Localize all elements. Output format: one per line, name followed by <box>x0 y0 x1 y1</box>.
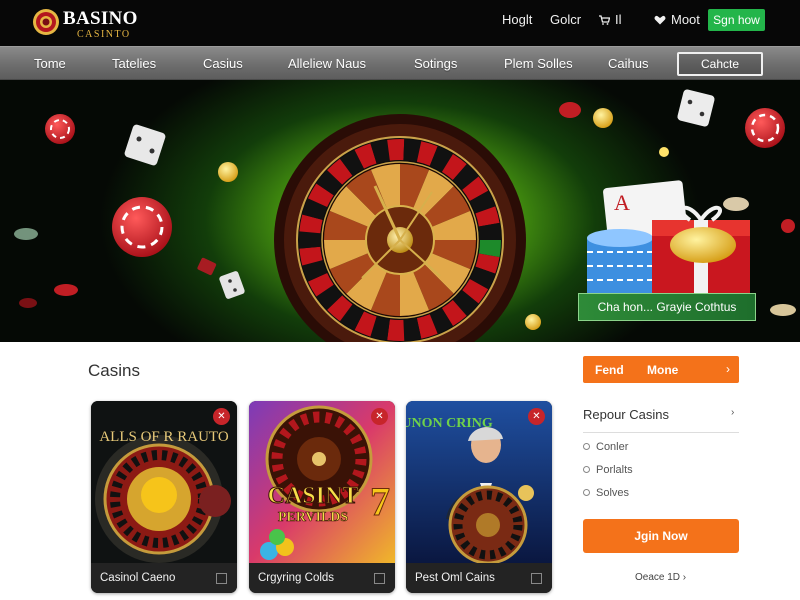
hero-banner[interactable]: A Cha hon... Grayie Cothtus <box>0 80 800 342</box>
cart-icon <box>599 15 610 25</box>
sidebar-item[interactable]: Conler <box>583 441 628 453</box>
gift-box-icon <box>652 206 750 306</box>
svg-text:A: A <box>614 190 630 215</box>
card-2-art-number: 7 <box>370 479 390 524</box>
main-nav: Tome Tatelies Casius Alleliew Naus Sotin… <box>0 46 800 80</box>
nav-item-4[interactable]: Alleliew Naus <box>288 56 366 71</box>
close-badge-icon[interactable]: ✕ <box>528 408 545 425</box>
header-link-4[interactable]: Moot <box>654 12 700 27</box>
casino-card[interactable]: ALLS OF R RAUTO ✕ Casinol Caeno <box>91 401 237 593</box>
nav-cta-button[interactable]: Cahcte <box>677 52 763 76</box>
sidebar-item-label: Porlalts <box>596 464 633 476</box>
card-caption: Crgyring Colds <box>258 572 335 584</box>
card-2-art-subtitle: PERVILDS <box>278 510 349 525</box>
card-2-art-title: CASINT <box>268 483 359 509</box>
signup-button[interactable]: Sgn how <box>708 9 765 31</box>
nav-item-2[interactable]: Tatelies <box>112 56 156 71</box>
casino-logo[interactable]: BASINO CASINTO <box>32 6 142 40</box>
bullet-icon <box>583 466 590 473</box>
gold-coin-icon <box>218 162 238 182</box>
card-caption: Casinol Caeno <box>100 572 176 584</box>
header-link-1[interactable]: Hoglt <box>502 12 532 27</box>
bullet-icon <box>583 443 590 450</box>
card-1-art: ALLS OF R RAUTO <box>91 401 237 563</box>
find-more-right-label: Mone <box>647 363 679 377</box>
header-link-4-label: Moot <box>671 12 700 27</box>
nav-item-6[interactable]: Plem Solles <box>504 56 573 71</box>
red-chip-icon <box>745 108 785 148</box>
sidebar-item[interactable]: Porlalts <box>583 464 633 476</box>
card-3-art: AUNON CRING <box>406 401 552 563</box>
gold-coin-icon <box>593 108 613 128</box>
top-header: BASINO CASINTO Hoglt Golcr Il Moot Sgn h… <box>0 0 800 46</box>
expand-icon[interactable] <box>216 573 227 584</box>
brand-subtitle: CASINTO <box>77 29 131 40</box>
bullet-icon <box>583 489 590 496</box>
logo-emblem-icon <box>33 9 59 35</box>
chip-icon <box>19 298 37 308</box>
divider <box>583 432 739 433</box>
nav-item-3[interactable]: Casius <box>203 56 243 71</box>
chip-icon <box>723 197 749 211</box>
card-caption: Pest Oml Cains <box>415 572 495 584</box>
casino-card[interactable]: CASINT PERVILDS 7 ✕ Crgyring Colds <box>249 401 395 593</box>
gold-coin-icon <box>525 314 541 330</box>
nav-item-5[interactable]: Sotings <box>414 56 457 71</box>
red-chip-icon <box>559 102 581 118</box>
chevron-right-icon[interactable]: › <box>731 407 734 418</box>
chip-stack-icon <box>587 229 653 294</box>
card-caption-bar: Casinol Caeno <box>91 563 237 593</box>
find-more-left-label: Fend <box>595 363 624 377</box>
sidebar-heading: Repour Casins <box>583 407 669 422</box>
chevron-right-icon: › <box>726 362 730 376</box>
card-caption-bar: Pest Oml Cains <box>406 563 552 593</box>
join-now-button[interactable]: Jgin Now <box>583 519 739 553</box>
casino-page: BASINO CASINTO Hoglt Golcr Il Moot Sgn h… <box>0 0 800 600</box>
roulette-wheel-icon <box>274 114 526 342</box>
hero-promo-banner[interactable]: Cha hon... Grayie Cothtus <box>578 293 756 321</box>
card-2-art: CASINT PERVILDS 7 <box>249 401 395 563</box>
chip-icon <box>770 304 796 316</box>
dice-icon <box>124 124 166 166</box>
red-chip-icon <box>45 114 75 144</box>
find-more-button[interactable]: Fend Mone › <box>583 356 739 383</box>
section-title: Casins <box>88 361 140 380</box>
expand-icon[interactable] <box>531 573 542 584</box>
close-badge-icon[interactable]: ✕ <box>371 408 388 425</box>
sidebar-item-label: Conler <box>596 441 629 453</box>
chip-icon <box>14 228 38 240</box>
brand-name: BASINO <box>63 8 138 29</box>
red-chip-icon <box>112 197 172 257</box>
sparkle-icon <box>659 147 669 157</box>
expand-icon[interactable] <box>374 573 385 584</box>
sidebar-item-label: Solves <box>596 487 630 499</box>
close-badge-icon[interactable]: ✕ <box>213 408 230 425</box>
red-chip-icon <box>781 219 795 233</box>
footer-note[interactable]: Oeace 1D › <box>635 572 686 583</box>
card-icon <box>197 257 217 276</box>
heart-icon <box>654 15 666 25</box>
nav-item-7[interactable]: Caihus <box>608 56 648 71</box>
header-link-2[interactable]: Golcr <box>550 12 581 27</box>
nav-item-1[interactable]: Tome <box>34 56 66 71</box>
card-1-art-title: ALLS OF R RAUTO <box>99 429 228 445</box>
header-link-3[interactable]: Il <box>598 12 622 27</box>
dice-icon <box>677 89 715 127</box>
header-link-3-label: Il <box>615 12 622 27</box>
casino-card[interactable]: AUNON CRING ✕ Pest Oml Cains <box>406 401 552 593</box>
sidebar-item[interactable]: Solves <box>583 487 629 499</box>
card-caption-bar: Crgyring Colds <box>249 563 395 593</box>
red-chip-icon <box>54 284 78 296</box>
dice-icon <box>219 271 245 299</box>
